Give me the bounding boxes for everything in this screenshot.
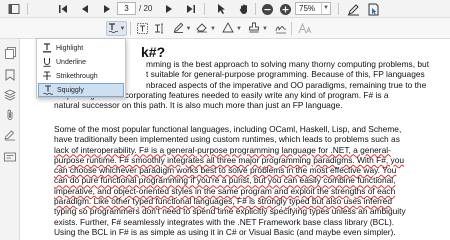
next-page-icon[interactable] — [99, 1, 115, 17]
toolbar-divider — [130, 22, 131, 35]
page-number-input[interactable]: 3 — [117, 2, 136, 15]
pan-hand-icon[interactable] — [236, 1, 252, 17]
squiggly-annotation-line[interactable]: can choose whichever paradigm works best… — [54, 165, 396, 175]
select-text-icon[interactable] — [213, 1, 229, 17]
text-line: exists. Further, F# seamlessly integrate… — [54, 216, 395, 227]
squiggly-annotation-line[interactable]: lack of interoperability. F# is a genera… — [54, 145, 391, 155]
menu-item-label: Strikethrough — [56, 72, 98, 80]
comments-icon[interactable] — [3, 128, 17, 142]
select-annotation-icon[interactable] — [365, 1, 381, 17]
previous-page-icon[interactable] — [77, 1, 93, 17]
attachments-icon[interactable] — [3, 108, 17, 122]
zoom-select[interactable]: 75% ▼ — [295, 2, 331, 15]
zoom-value: 75% — [299, 4, 316, 13]
toolbar-divider — [338, 3, 339, 15]
first-page-icon[interactable] — [55, 1, 71, 17]
text-line: Some of the most popular functional lang… — [54, 124, 402, 134]
annotate-icon[interactable] — [345, 1, 361, 17]
paragraph-2: Some of the most popular functional lang… — [54, 124, 450, 237]
menu-item-squiggly[interactable]: Squiggly — [38, 83, 124, 97]
next-page-icon-2[interactable] — [161, 1, 177, 17]
chevron-down-icon: ▼ — [119, 25, 126, 32]
menu-item-label: Underline — [56, 58, 86, 66]
sidebar-toggle-icon[interactable] — [6, 1, 22, 17]
form-fields-icon[interactable] — [3, 150, 17, 164]
left-panel-rail — [0, 39, 20, 240]
text-line: Using the BCL in F# is as simple as usin… — [54, 226, 396, 237]
toolbar-divider — [255, 3, 256, 15]
underline-icon — [38, 55, 56, 69]
eraser-icon — [196, 22, 208, 35]
chevron-down-icon: ▼ — [262, 25, 268, 32]
page-thumbnails-icon[interactable] — [3, 46, 17, 60]
main-toolbar: 3 / 20 75% ▼ — [0, 0, 450, 18]
zoom-out-icon[interactable] — [259, 1, 275, 17]
page-heading: k#? — [141, 44, 166, 60]
menu-item-label: Highlight — [56, 44, 84, 52]
stamp-icon — [248, 22, 260, 35]
last-page-icon[interactable] — [183, 1, 199, 17]
text-markup-icon — [108, 22, 118, 35]
page-count: / 20 — [139, 4, 153, 13]
layers-icon[interactable] — [3, 88, 17, 102]
ink-pen-button[interactable]: ▼ — [172, 21, 192, 36]
text-line: typing so programmers don't need to spen… — [54, 206, 406, 217]
squiggly-annotation-line[interactable]: can do pure functional programming if yo… — [54, 175, 395, 185]
chevron-down-icon: ▼ — [210, 25, 216, 32]
squiggly-annotation-line[interactable]: paradigm. Like other typed functional la… — [54, 196, 392, 206]
menu-item-underline[interactable]: Underline — [38, 55, 124, 69]
toolbar-divider — [27, 3, 28, 15]
toolbar-divider — [204, 3, 205, 15]
text-markup-button[interactable]: ▼ — [106, 21, 127, 36]
bookmarks-icon[interactable] — [3, 68, 17, 82]
squiggly-annotation-line[interactable]: purpose runtime. F# smoothly integrates … — [54, 155, 404, 165]
ink-pen-icon — [173, 22, 184, 35]
text-line: natural successor on this path. It is al… — [54, 100, 343, 111]
text-line: have traditionally been implemented usin… — [54, 134, 400, 145]
menu-item-label: Squiggly — [57, 86, 84, 94]
squiggly-icon — [39, 83, 57, 97]
annotation-toolbar: ▼ ▼ ▼ ▼ ▼ — [0, 18, 450, 39]
menu-item-highlight[interactable]: Highlight — [38, 41, 124, 55]
stamp-button[interactable]: ▼ — [248, 21, 268, 36]
menu-item-strikethrough[interactable]: Strikethrough — [38, 69, 124, 83]
squiggly-annotation-line[interactable]: imperative, and object-oriented styles i… — [54, 186, 395, 196]
strikethrough-icon — [38, 69, 56, 83]
highlight-icon — [38, 41, 56, 55]
eraser-button[interactable]: ▼ — [196, 21, 216, 36]
shape-button[interactable]: ▼ — [222, 21, 242, 36]
text-markup-menu: Highlight Underline Strikethrough Squigg… — [36, 38, 126, 98]
free-text-icon[interactable] — [153, 21, 167, 36]
chevron-down-icon: ▼ — [236, 25, 242, 32]
shape-icon — [222, 22, 234, 35]
toolbar-divider — [291, 22, 292, 35]
chevron-down-icon[interactable]: ▼ — [321, 3, 330, 14]
font-size-icon — [297, 21, 313, 36]
zoom-in-icon[interactable] — [277, 1, 293, 17]
chevron-down-icon: ▼ — [185, 25, 192, 32]
text-box-icon[interactable] — [136, 21, 149, 36]
signature-icon[interactable] — [274, 21, 288, 36]
